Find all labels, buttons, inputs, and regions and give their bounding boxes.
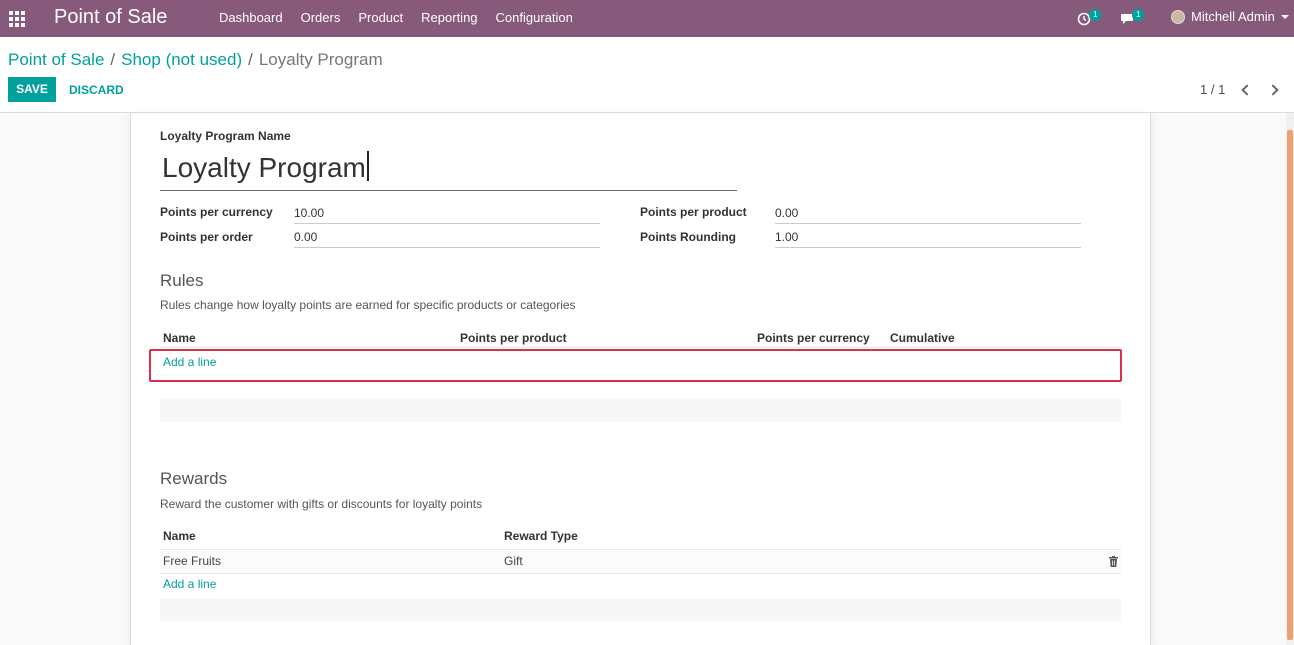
points-per-currency-input[interactable]: 10.00 xyxy=(294,202,600,224)
breadcrumb-current: Loyalty Program xyxy=(258,50,383,69)
activity-button[interactable]: 1 xyxy=(1077,9,1107,28)
breadcrumb-separator: / xyxy=(248,50,253,69)
discard-button[interactable]: DISCARD xyxy=(69,83,124,97)
menu-item-reporting[interactable]: Reporting xyxy=(421,10,477,25)
points-rounding-input[interactable]: 1.00 xyxy=(775,226,1081,248)
program-name-input[interactable]: Loyalty Program xyxy=(160,149,737,191)
save-button[interactable]: SAVE xyxy=(8,77,56,102)
caret-down-icon xyxy=(1280,14,1289,19)
rules-description: Rules change how loyalty points are earn… xyxy=(160,298,576,312)
scrollbar-thumb[interactable] xyxy=(1287,130,1293,640)
trash-icon[interactable] xyxy=(1109,556,1118,567)
rules-col-points-per-currency[interactable]: Points per currency xyxy=(757,331,870,345)
top-navbar: Point of Sale Dashboard Orders Product R… xyxy=(0,0,1294,37)
points-per-currency-label: Points per currency xyxy=(160,205,273,219)
reward-type-cell[interactable]: Gift xyxy=(504,554,523,568)
program-name-value: Loyalty Program xyxy=(162,152,366,183)
breadcrumb-separator: / xyxy=(110,50,116,69)
avatar xyxy=(1171,9,1185,24)
points-per-product-input[interactable]: 0.00 xyxy=(775,202,1081,224)
main-menu: Dashboard Orders Product Reporting Confi… xyxy=(219,10,591,25)
chevron-right-icon[interactable] xyxy=(1267,83,1279,96)
points-per-order-input[interactable]: 0.00 xyxy=(294,226,600,248)
chevron-left-icon[interactable] xyxy=(1241,83,1253,96)
rules-header-divider xyxy=(160,347,1121,348)
pager-value[interactable]: 1 / 1 xyxy=(1200,82,1225,97)
breadcrumb-shop[interactable]: Shop (not used) xyxy=(121,50,242,70)
table-row[interactable] xyxy=(160,550,1121,573)
rules-col-name[interactable]: Name xyxy=(163,331,196,345)
rules-empty-row xyxy=(160,399,1121,422)
add-line-highlight xyxy=(149,349,1122,382)
breadcrumb-point-of-sale[interactable]: Point of Sale xyxy=(8,50,104,70)
menu-item-orders[interactable]: Orders xyxy=(301,10,341,25)
pager: 1 / 1 xyxy=(1200,82,1279,97)
rewards-title: Rewards xyxy=(160,469,228,488)
control-panel: Point of Sale / Shop (not used) / Loyalt… xyxy=(0,37,1294,113)
menu-item-configuration[interactable]: Configuration xyxy=(496,10,573,25)
text-cursor xyxy=(366,151,369,181)
breadcrumb: Point of Sale / Shop (not used) / Loyalt… xyxy=(8,50,383,70)
form-sheet: Loyalty Program Name Loyalty Program Poi… xyxy=(130,113,1151,645)
rules-title: Rules xyxy=(160,271,204,290)
user-name: Mitchell Admin xyxy=(1191,9,1275,24)
points-per-order-label: Points per order xyxy=(160,230,253,244)
rewards-add-line-link[interactable]: Add a line xyxy=(163,577,216,591)
rules-col-points-per-product[interactable]: Points per product xyxy=(460,331,567,345)
messages-button[interactable]: 1 xyxy=(1120,9,1150,28)
rules-col-cumulative[interactable]: Cumulative xyxy=(890,331,955,345)
menu-item-product[interactable]: Product xyxy=(358,10,403,25)
rewards-col-reward-type[interactable]: Reward Type xyxy=(504,529,578,543)
apps-grid-icon[interactable] xyxy=(9,11,25,27)
menu-item-dashboard[interactable]: Dashboard xyxy=(219,10,283,25)
user-menu[interactable]: Mitchell Admin xyxy=(1171,9,1289,24)
reward-name-cell[interactable]: Free Fruits xyxy=(163,554,221,568)
points-per-product-label: Points per product xyxy=(640,205,747,219)
points-rounding-label: Points Rounding xyxy=(640,230,736,244)
rewards-description: Reward the customer with gifts or discou… xyxy=(160,497,483,511)
app-brand[interactable]: Point of Sale xyxy=(54,6,167,29)
name-label: Loyalty Program Name xyxy=(160,129,291,143)
message-count-badge: 1 xyxy=(1132,9,1145,21)
rewards-empty-row xyxy=(160,598,1121,621)
row-divider xyxy=(160,573,1121,574)
activity-count-badge: 1 xyxy=(1089,9,1102,21)
rewards-col-name[interactable]: Name xyxy=(163,529,196,543)
